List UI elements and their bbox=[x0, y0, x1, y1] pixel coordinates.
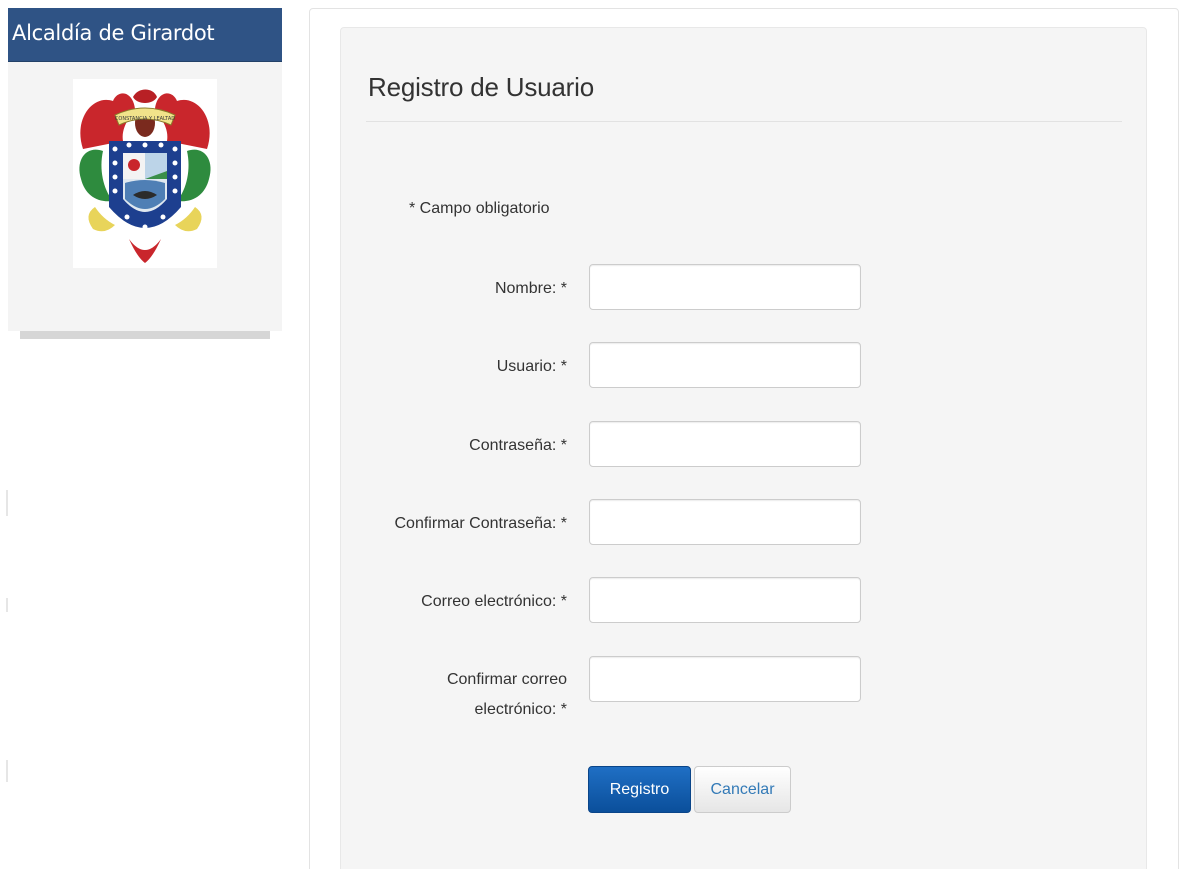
confirmar-contrasena-label: Confirmar Contraseña: * bbox=[394, 515, 567, 532]
sidebar-title: Alcaldía de Girardot bbox=[8, 8, 282, 62]
girardot-coat-of-arms-icon: CONSTANCIA Y LEALTAD bbox=[73, 79, 217, 268]
registro-button[interactable]: Registro bbox=[588, 766, 691, 813]
required-note: * Campo obligatorio bbox=[409, 200, 550, 217]
sidebar-divider bbox=[20, 331, 270, 339]
confirmar-correo-label-line2: electrónico: * bbox=[474, 701, 568, 718]
confirmar-contrasena-input[interactable] bbox=[589, 499, 861, 545]
logo-banner-text: CONSTANCIA Y LEALTAD bbox=[115, 116, 175, 122]
confirmar-correo-label-line1: Confirmar correo bbox=[446, 671, 567, 688]
contrasena-label: Contraseña: * bbox=[469, 437, 567, 454]
usuario-label: Usuario: * bbox=[496, 358, 567, 375]
correo-label: Correo electrónico: * bbox=[421, 593, 567, 610]
correo-input[interactable] bbox=[589, 577, 861, 623]
edge-mark bbox=[6, 598, 8, 612]
cancelar-button[interactable]: Cancelar bbox=[694, 766, 791, 813]
confirmar-correo-label: Confirmar correo electrónico: * bbox=[447, 668, 567, 722]
nombre-input[interactable] bbox=[589, 264, 861, 310]
nombre-label: Nombre: * bbox=[494, 280, 567, 297]
contrasena-input[interactable] bbox=[589, 421, 861, 467]
edge-mark bbox=[6, 760, 8, 782]
page: Alcaldía de Girardot CONSTANCIA Y LEALTA… bbox=[0, 0, 1181, 869]
edge-mark bbox=[6, 490, 8, 516]
page-title: Registro de Usuario bbox=[368, 72, 594, 102]
usuario-input[interactable] bbox=[589, 342, 861, 388]
confirmar-correo-input[interactable] bbox=[589, 656, 861, 702]
sidebar: Alcaldía de Girardot CONSTANCIA Y LEALTA… bbox=[8, 8, 282, 339]
title-divider bbox=[366, 121, 1122, 122]
